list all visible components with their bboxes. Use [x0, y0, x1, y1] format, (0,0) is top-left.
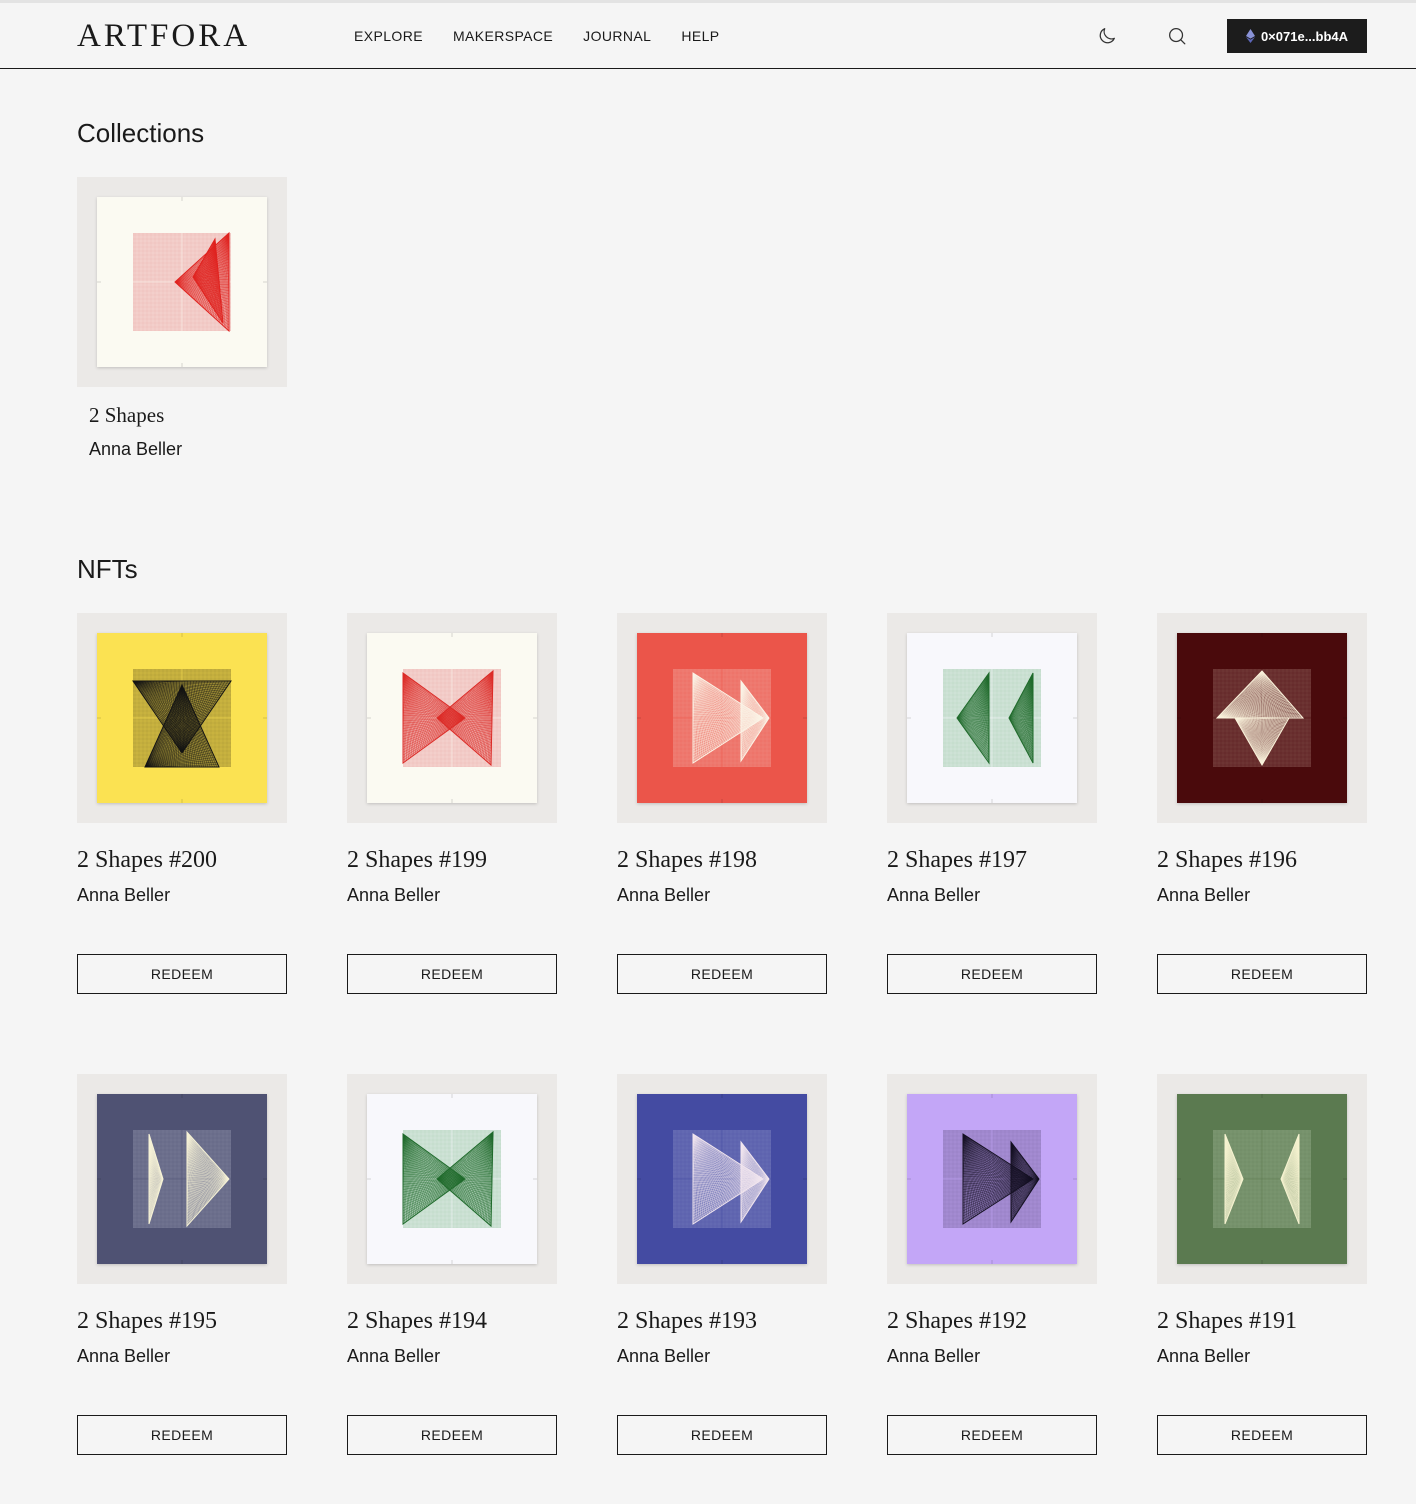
nav-journal[interactable]: JOURNAL	[583, 27, 651, 45]
nft-artist: Anna Beller	[887, 885, 981, 905]
nft-thumbnail[interactable]	[77, 613, 287, 823]
redeem-button[interactable]: REDEEM	[347, 954, 557, 994]
artwork-image	[637, 633, 807, 803]
main-nav: EXPLORE MAKERSPACE JOURNAL HELP	[354, 27, 720, 45]
nav-help[interactable]: HELP	[681, 27, 719, 45]
nft-artist: Anna Beller	[347, 885, 441, 905]
site-header: ARTFORA EXPLORE MAKERSPACE JOURNAL HELP …	[0, 3, 1416, 69]
nfts-heading: NFTs	[77, 554, 138, 584]
wallet-address: 0×071e...bb4A	[1260, 28, 1349, 44]
wallet-button[interactable]: 0×071e...bb4A	[1227, 19, 1367, 53]
nft-artist: Anna Beller	[1157, 1346, 1251, 1366]
nft-title[interactable]: 2 Shapes #200	[77, 846, 217, 874]
artwork-image	[1177, 1094, 1347, 1264]
nft-thumbnail[interactable]	[347, 613, 557, 823]
nft-artist: Anna Beller	[347, 1346, 441, 1366]
nft-title[interactable]: 2 Shapes #194	[347, 1307, 487, 1335]
redeem-button[interactable]: REDEEM	[887, 954, 1097, 994]
collections-heading: Collections	[77, 118, 205, 148]
nft-title[interactable]: 2 Shapes #191	[1157, 1307, 1297, 1335]
nft-title[interactable]: 2 Shapes #192	[887, 1307, 1027, 1335]
nft-title[interactable]: 2 Shapes #199	[347, 846, 487, 874]
nft-artist: Anna Beller	[617, 885, 711, 905]
nft-artist: Anna Beller	[887, 1346, 981, 1366]
nft-thumbnail[interactable]	[887, 613, 1097, 823]
collection-artist: Anna Beller	[89, 439, 183, 459]
nft-thumbnail[interactable]	[617, 1074, 827, 1284]
nft-thumbnail[interactable]	[1157, 1074, 1367, 1284]
redeem-button[interactable]: REDEEM	[1157, 1415, 1367, 1455]
nft-thumbnail[interactable]	[617, 613, 827, 823]
nft-title[interactable]: 2 Shapes #196	[1157, 846, 1297, 874]
artwork-image	[97, 633, 267, 803]
nft-thumbnail[interactable]	[1157, 613, 1367, 823]
artwork-image	[97, 1094, 267, 1264]
redeem-button[interactable]: REDEEM	[77, 1415, 287, 1455]
artwork-image	[907, 1094, 1077, 1264]
artwork-image	[1177, 633, 1347, 803]
artwork-image	[907, 633, 1077, 803]
nft-title[interactable]: 2 Shapes #193	[617, 1307, 757, 1335]
collection-title[interactable]: 2 Shapes	[89, 402, 164, 428]
ethereum-icon	[1245, 29, 1255, 43]
search-icon[interactable]	[1166, 25, 1188, 47]
nft-thumbnail[interactable]	[347, 1074, 557, 1284]
nft-artist: Anna Beller	[617, 1346, 711, 1366]
nft-title[interactable]: 2 Shapes #197	[887, 846, 1027, 874]
nav-makerspace[interactable]: MAKERSPACE	[453, 27, 553, 45]
nft-thumbnail[interactable]	[77, 1074, 287, 1284]
nft-title[interactable]: 2 Shapes #198	[617, 846, 757, 874]
nft-artist: Anna Beller	[77, 885, 171, 905]
nft-thumbnail[interactable]	[887, 1074, 1097, 1284]
artwork-image	[97, 197, 267, 367]
artwork-image	[637, 1094, 807, 1264]
artwork-image	[367, 1094, 537, 1264]
redeem-button[interactable]: REDEEM	[1157, 954, 1367, 994]
redeem-button[interactable]: REDEEM	[617, 1415, 827, 1455]
artwork-image	[367, 633, 537, 803]
collection-thumbnail[interactable]	[77, 177, 287, 387]
redeem-button[interactable]: REDEEM	[77, 954, 287, 994]
nav-explore[interactable]: EXPLORE	[354, 27, 423, 45]
site-logo[interactable]: ARTFORA	[77, 17, 250, 55]
redeem-button[interactable]: REDEEM	[887, 1415, 1097, 1455]
nft-artist: Anna Beller	[77, 1346, 171, 1366]
moon-icon[interactable]	[1096, 25, 1118, 47]
redeem-button[interactable]: REDEEM	[617, 954, 827, 994]
nft-title[interactable]: 2 Shapes #195	[77, 1307, 217, 1335]
redeem-button[interactable]: REDEEM	[347, 1415, 557, 1455]
nft-artist: Anna Beller	[1157, 885, 1251, 905]
